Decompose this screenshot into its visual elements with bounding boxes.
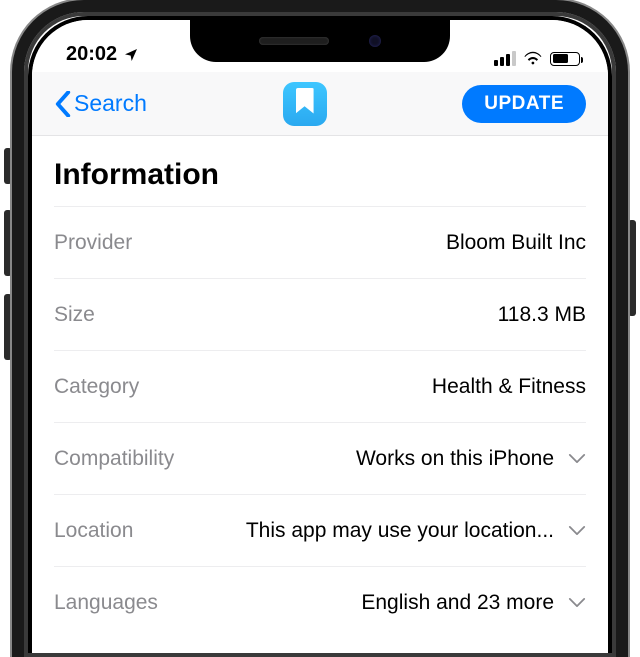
row-label: Languages [54,591,158,615]
wifi-icon [523,51,543,66]
row-value: This app may use your location... [246,519,554,543]
back-label: Search [74,90,147,117]
app-icon[interactable] [283,82,327,126]
row-label: Location [54,519,133,543]
row-label: Size [54,303,95,327]
row-compatibility[interactable]: Compatibility Works on this iPhone [54,422,586,494]
chevron-down-icon [568,525,586,536]
volume-up-button [4,210,12,276]
update-button[interactable]: UPDATE [462,85,586,123]
front-camera [369,35,381,47]
app-information-section: Information Provider Bloom Built Inc Siz… [32,136,608,653]
side-button [628,220,636,316]
silent-switch [4,148,12,184]
location-icon [123,47,139,63]
chevron-down-icon [568,453,586,464]
row-label: Category [54,375,139,399]
row-provider[interactable]: Provider Bloom Built Inc [54,206,586,278]
battery-icon [550,52,580,66]
back-button[interactable]: Search [54,90,147,117]
row-value: Works on this iPhone [356,447,554,471]
row-location[interactable]: Location This app may use your location.… [54,494,586,566]
phone-frame: 20:02 Search [12,0,628,657]
row-value: 118.3 MB [498,303,586,327]
cellular-signal-icon [494,51,516,66]
bookmark-icon [296,88,314,114]
row-value: English and 23 more [361,591,554,615]
row-label: Compatibility [54,447,174,471]
row-label: Provider [54,231,132,255]
section-heading: Information [54,136,586,206]
navigation-bar: Search UPDATE [32,72,608,136]
notch [190,20,450,62]
row-size[interactable]: Size 118.3 MB [54,278,586,350]
row-value: Bloom Built Inc [446,231,586,255]
row-value: Health & Fitness [432,375,586,399]
chevron-down-icon [568,597,586,608]
volume-down-button [4,294,12,360]
earpiece-speaker [259,37,329,45]
clock: 20:02 [66,43,117,66]
row-category[interactable]: Category Health & Fitness [54,350,586,422]
chevron-left-icon [54,91,72,117]
row-languages[interactable]: Languages English and 23 more [54,566,586,638]
